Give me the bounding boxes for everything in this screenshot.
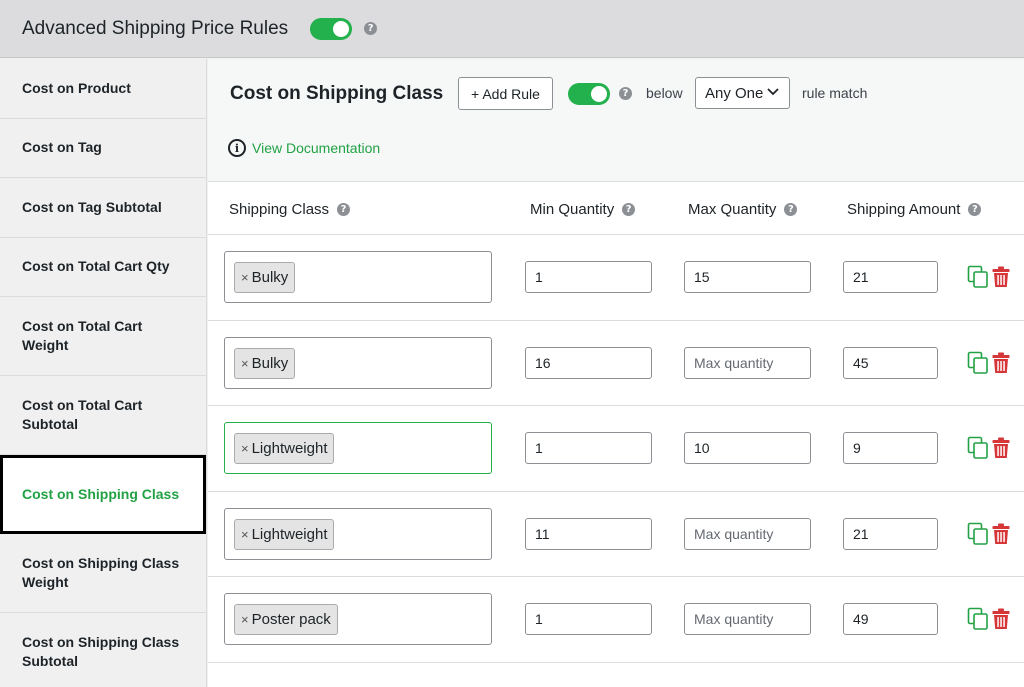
table-row: × Bulky [208,235,1024,321]
sidebar-item-cost-on-shipping-class-subtotal[interactable]: Cost on Shipping Class Subtotal [0,613,206,687]
delete-icon[interactable] [992,608,1010,635]
delete-icon[interactable] [992,352,1010,379]
table-row: × Lightweight [208,492,1024,577]
sidebar-item-cost-on-total-cart-qty[interactable]: Cost on Total Cart Qty [0,238,206,297]
column-label: Shipping Class [229,201,330,218]
delete-icon[interactable] [992,266,1010,293]
table-row: × Poster pack [208,577,1024,663]
plugin-enable-toggle[interactable] [310,17,353,40]
info-icon: i [228,139,246,157]
help-icon[interactable]: ? [968,203,982,216]
row-actions [967,607,1010,636]
shipping-class-tag-label: Bulky [251,354,289,372]
max-quantity-input[interactable] [684,261,811,293]
shipping-class-select[interactable]: × Lightweight [224,422,492,474]
shipping-class-tag: × Lightweight [234,433,335,464]
shipping-class-tag: × Lightweight [234,518,335,550]
shipping-class-tag: × Bulky [234,262,296,293]
max-quantity-input[interactable] [684,432,811,464]
column-shipping-class: Shipping Class ? [229,201,351,218]
sidebar-item-cost-on-shipping-class[interactable]: Cost on Shipping Class [0,455,206,534]
shipping-class-select[interactable]: × Bulky [224,251,492,303]
sidebar-item-cost-on-total-cart-weight[interactable]: Cost on Total Cart Weight [0,297,206,376]
shipping-amount-input[interactable] [843,432,938,464]
table-row: × Bulky [208,321,1024,406]
min-quantity-input[interactable] [525,346,652,379]
chevron-down-icon [767,87,779,99]
shipping-amount-input[interactable] [843,603,938,635]
help-icon[interactable]: ? [784,203,798,216]
help-icon[interactable]: ? [619,87,632,100]
section-enable-toggle[interactable] [568,83,610,105]
remove-tag-icon[interactable]: × [241,356,249,371]
remove-tag-icon[interactable]: × [241,527,249,542]
shipping-class-tag-label: Lightweight [251,525,328,543]
help-icon[interactable]: ? [337,203,351,216]
top-bar: Advanced Shipping Price Rules ? [0,0,1024,58]
section-title: Cost on Shipping Class [230,83,444,104]
remove-tag-icon[interactable]: × [241,612,249,627]
main-panel: Cost on Shipping Class + Add Rule ? belo… [208,59,1024,687]
shipping-amount-input[interactable] [843,517,938,550]
table-header: Shipping Class ? Min Quantity ? Max Quan… [208,182,1024,235]
sidebar-item-cost-on-total-cart-subtotal[interactable]: Cost on Total Cart Subtotal [0,376,206,455]
duplicate-icon[interactable] [967,265,989,294]
shipping-amount-input[interactable] [843,261,938,293]
sidebar-item-cost-on-tag[interactable]: Cost on Tag [0,119,206,178]
match-type-select[interactable]: Any One [695,77,790,109]
remove-tag-icon[interactable]: × [241,270,249,285]
duplicate-icon[interactable] [967,351,989,380]
sidebar-item-cost-on-shipping-class-weight[interactable]: Cost on Shipping Class Weight [0,534,206,613]
shipping-class-select[interactable]: × Lightweight [224,507,492,560]
min-quantity-input[interactable] [525,603,652,635]
column-label: Shipping Amount [847,201,961,218]
table-row: × Lightweight [208,406,1024,492]
shipping-class-tag-label: Bulky [251,269,289,286]
column-max-quantity: Max Quantity ? [688,201,798,218]
help-icon[interactable]: ? [622,203,636,216]
rule-match-label: rule match [802,85,868,101]
shipping-amount-input[interactable] [843,346,938,379]
min-quantity-input[interactable] [525,261,652,293]
sidebar-item-cost-on-tag-subtotal[interactable]: Cost on Tag Subtotal [0,178,206,238]
min-quantity-input[interactable] [525,517,652,550]
shipping-class-tag: × Bulky [234,347,296,379]
max-quantity-input[interactable] [684,603,811,635]
shipping-class-tag-label: Poster pack [251,611,331,628]
sidebar-item-cost-on-product[interactable]: Cost on Product [0,59,206,119]
add-rule-button[interactable]: + Add Rule [458,77,553,110]
shipping-class-select[interactable]: × Poster pack [224,593,492,645]
page-title: Advanced Shipping Price Rules [22,17,289,39]
sidebar: Cost on Product Cost on Tag Cost on Tag … [0,59,207,687]
delete-icon[interactable] [992,523,1010,550]
below-label: below [646,85,683,101]
column-min-quantity: Min Quantity ? [530,201,636,218]
row-actions [967,522,1010,551]
min-quantity-input[interactable] [525,432,652,464]
shipping-class-tag-label: Lightweight [251,440,328,457]
remove-tag-icon[interactable]: × [241,441,249,456]
view-documentation-link[interactable]: View Documentation [252,140,380,156]
help-icon[interactable]: ? [364,22,378,35]
max-quantity-input[interactable] [684,346,811,379]
delete-icon[interactable] [992,437,1010,464]
row-actions [967,265,1010,294]
column-shipping-amount: Shipping Amount ? [847,201,982,218]
shipping-class-select[interactable]: × Bulky [224,336,492,389]
column-label: Min Quantity [530,201,615,218]
shipping-class-tag: × Poster pack [234,604,338,635]
column-label: Max Quantity [688,201,777,218]
duplicate-icon[interactable] [967,436,989,465]
row-actions [967,436,1010,465]
duplicate-icon[interactable] [967,607,989,636]
section-header: Cost on Shipping Class + Add Rule ? belo… [208,59,1024,182]
max-quantity-input[interactable] [684,517,811,550]
match-type-value: Any One [705,84,764,102]
duplicate-icon[interactable] [967,522,989,551]
row-actions [967,351,1010,380]
documentation-link-row: i View Documentation [228,139,380,157]
